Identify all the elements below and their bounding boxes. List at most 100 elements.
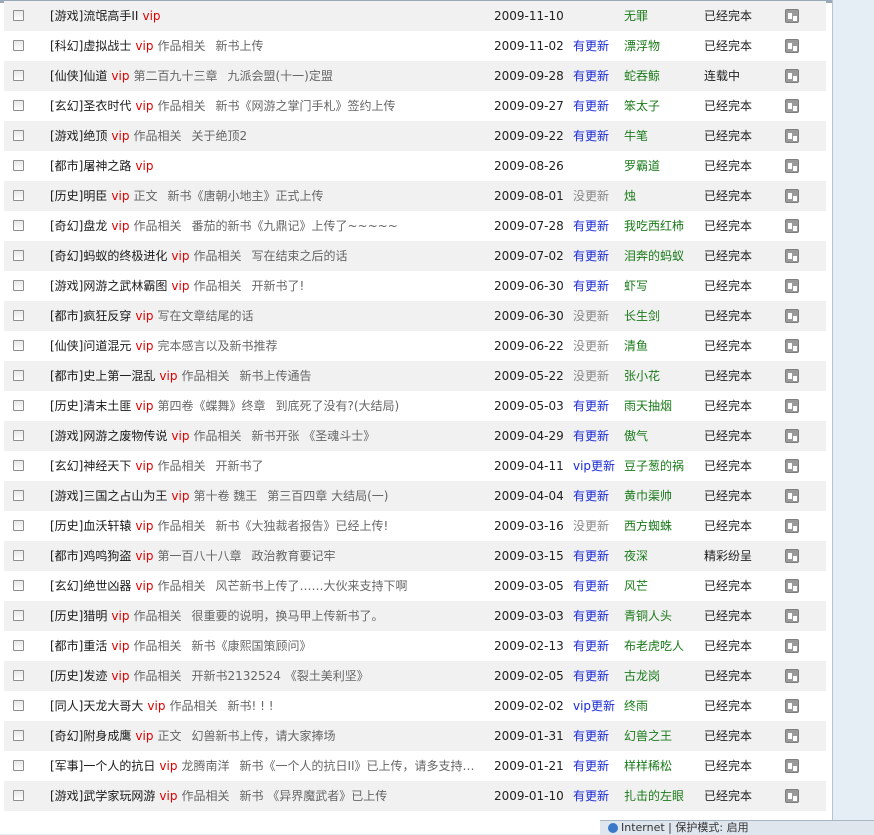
book-name-link[interactable]: 发迹 (83, 669, 107, 683)
bookshelf-icon[interactable] (785, 279, 799, 293)
book-name-link[interactable]: 史上第一混乱 (83, 369, 155, 383)
book-name-link[interactable]: 猎明 (83, 609, 107, 623)
row-checkbox[interactable] (13, 610, 24, 621)
latest-chapter-link[interactable]: 到底死了没有?(大结局) (275, 399, 399, 413)
book-name-link[interactable]: 流氓高手II (83, 9, 138, 23)
bookshelf-icon[interactable] (785, 699, 799, 713)
book-category-link[interactable]: [奇幻] (50, 729, 83, 743)
book-name-link[interactable]: 绝顶 (83, 129, 107, 143)
book-name-link[interactable]: 虚拟战士 (83, 39, 131, 53)
book-category-link[interactable]: [都市] (50, 369, 83, 383)
bookshelf-icon[interactable] (785, 609, 799, 623)
chapter-section-link[interactable]: 第十卷 魏王 (193, 489, 257, 503)
chapter-section-link[interactable]: 作品相关 (169, 699, 217, 713)
author-link[interactable]: 夜深 (624, 541, 648, 571)
author-link[interactable]: 傲气 (624, 421, 648, 451)
book-category-link[interactable]: [历史] (50, 189, 83, 203)
book-category-link[interactable]: [科幻] (50, 39, 83, 53)
chapter-section-link[interactable]: 作品相关 (157, 579, 205, 593)
bookshelf-icon[interactable] (785, 219, 799, 233)
latest-chapter-link[interactable]: 新书《康熙国策顾问》 (191, 639, 311, 653)
book-name-link[interactable]: 清末土匪 (83, 399, 131, 413)
bookshelf-icon[interactable] (785, 489, 799, 503)
row-checkbox[interactable] (13, 670, 24, 681)
row-checkbox[interactable] (13, 160, 24, 171)
bookshelf-icon[interactable] (785, 759, 799, 773)
chapter-section-link[interactable]: 正文 (133, 189, 157, 203)
book-category-link[interactable]: [都市] (50, 309, 83, 323)
latest-chapter-link[interactable]: 关于绝顶2 (191, 129, 247, 143)
latest-chapter-link[interactable]: 开新书了! (251, 279, 304, 293)
book-name-link[interactable]: 附身成鹰 (83, 729, 131, 743)
author-link[interactable]: 泪奔的蚂蚁 (624, 241, 684, 271)
row-checkbox[interactable] (13, 760, 24, 771)
author-link[interactable]: 我吃西红柿 (624, 211, 684, 241)
row-checkbox[interactable] (13, 370, 24, 381)
book-category-link[interactable]: [历史] (50, 609, 83, 623)
bookshelf-icon[interactable] (785, 579, 799, 593)
book-name-link[interactable]: 屠神之路 (83, 159, 131, 173)
chapter-section-link[interactable]: 完本感言以及新书推荐 (157, 339, 277, 353)
book-category-link[interactable]: [玄幻] (50, 579, 83, 593)
row-checkbox[interactable] (13, 580, 24, 591)
book-category-link[interactable]: [历史] (50, 519, 83, 533)
chapter-section-link[interactable]: 第四卷《蝶舞》终章 (157, 399, 265, 413)
latest-chapter-link[interactable]: 开新书2132524 《裂土美利坚》 (191, 669, 368, 683)
bookshelf-icon[interactable] (785, 459, 799, 473)
bookshelf-icon[interactable] (785, 369, 799, 383)
chapter-section-link[interactable]: 作品相关 (181, 369, 229, 383)
book-category-link[interactable]: [游戏] (50, 489, 83, 503)
row-checkbox[interactable] (13, 10, 24, 21)
bookshelf-icon[interactable] (785, 39, 799, 53)
book-category-link[interactable]: [仙侠] (50, 69, 83, 83)
latest-chapter-link[interactable]: 开新书了 (215, 459, 263, 473)
latest-chapter-link[interactable]: 风芒新书上传了……大伙来支持下啊 (215, 579, 407, 593)
author-link[interactable]: 笨太子 (624, 91, 660, 121)
book-name-link[interactable]: 重活 (83, 639, 107, 653)
row-checkbox[interactable] (13, 640, 24, 651)
row-checkbox[interactable] (13, 130, 24, 141)
author-link[interactable]: 罗霸道 (624, 151, 660, 181)
bookshelf-icon[interactable] (785, 69, 799, 83)
book-name-link[interactable]: 鸡鸣狗盗 (83, 549, 131, 563)
chapter-section-link[interactable]: 作品相关 (181, 789, 229, 803)
latest-chapter-link[interactable]: 很重要的说明，换马甲上传新书了。 (191, 609, 383, 623)
bookshelf-icon[interactable] (785, 549, 799, 563)
row-checkbox[interactable] (13, 250, 24, 261)
latest-chapter-link[interactable]: 新书 《异界魔武者》已上传 (239, 789, 387, 803)
bookshelf-icon[interactable] (785, 789, 799, 803)
bookshelf-icon[interactable] (785, 249, 799, 263)
chapter-section-link[interactable]: 作品相关 (193, 249, 241, 263)
row-checkbox[interactable] (13, 520, 24, 531)
chapter-section-link[interactable]: 第二百九十三章 (133, 69, 217, 83)
latest-chapter-link[interactable]: 新书《大独裁者报告》已经上传! (215, 519, 388, 533)
bookshelf-icon[interactable] (785, 9, 799, 23)
book-name-link[interactable]: 血沃轩辕 (83, 519, 131, 533)
book-name-link[interactable]: 神经天下 (83, 459, 131, 473)
author-link[interactable]: 雨天抽烟 (624, 391, 672, 421)
chapter-section-link[interactable]: 第一百八十八章 (157, 549, 241, 563)
book-name-link[interactable]: 网游之武林霸图 (83, 279, 167, 293)
book-category-link[interactable]: [游戏] (50, 429, 83, 443)
chapter-section-link[interactable]: 作品相关 (133, 129, 181, 143)
latest-chapter-link[interactable]: 新书上传 (215, 39, 263, 53)
book-name-link[interactable]: 问道混元 (83, 339, 131, 353)
book-category-link[interactable]: [游戏] (50, 129, 83, 143)
author-link[interactable]: 西方蜘蛛 (624, 511, 672, 541)
chapter-section-link[interactable]: 作品相关 (157, 39, 205, 53)
book-name-link[interactable]: 三国之占山为王 (83, 489, 167, 503)
bookshelf-icon[interactable] (785, 99, 799, 113)
book-category-link[interactable]: [历史] (50, 669, 83, 683)
row-checkbox[interactable] (13, 340, 24, 351)
book-name-link[interactable]: 一个人的抗日 (83, 759, 155, 773)
author-link[interactable]: 布老虎吃人 (624, 631, 684, 661)
author-link[interactable]: 漂浮物 (624, 31, 660, 61)
book-name-link[interactable]: 网游之废物传说 (83, 429, 167, 443)
bookshelf-icon[interactable] (785, 639, 799, 653)
author-link[interactable]: 古龙岗 (624, 661, 660, 691)
latest-chapter-link[interactable]: 新书! ! ! (227, 699, 273, 713)
author-link[interactable]: 牛笔 (624, 121, 648, 151)
book-category-link[interactable]: [玄幻] (50, 459, 83, 473)
row-checkbox[interactable] (13, 400, 24, 411)
book-name-link[interactable]: 天龙大哥大 (83, 699, 143, 713)
